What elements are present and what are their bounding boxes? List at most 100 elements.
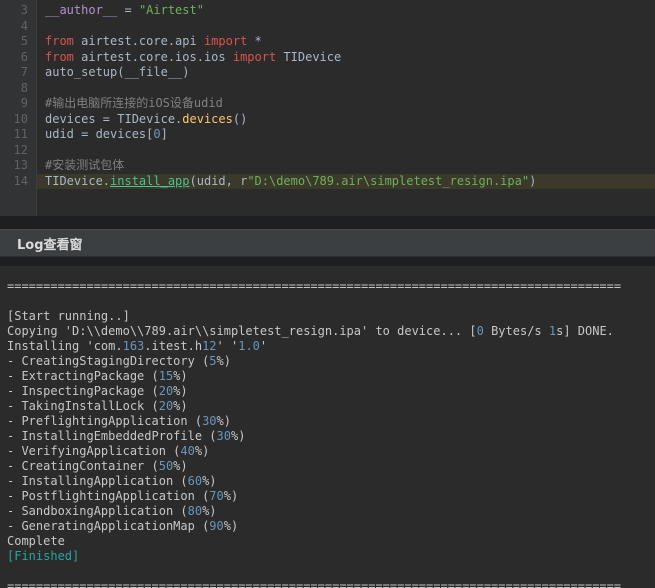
log-token: 5 xyxy=(209,354,217,368)
log-token: - CreatingContainer ( xyxy=(7,459,159,473)
line-number: 11 xyxy=(13,127,28,141)
panel-separator-top xyxy=(0,216,655,229)
code-token: airtest.core.api xyxy=(81,34,204,48)
code-token: import xyxy=(203,34,255,48)
code-line[interactable]: 8 xyxy=(0,81,655,97)
log-token: 30 xyxy=(202,414,217,428)
log-token: - CreatingStagingDirectory ( xyxy=(7,354,210,368)
log-token: 60 xyxy=(187,474,203,488)
line-number: 6 xyxy=(20,49,28,64)
log-token: 12 xyxy=(202,339,217,353)
log-token: - PreflightingApplication ( xyxy=(7,414,203,428)
code-editor[interactable]: 3 __author__ = "Airtest" 4 5 from airtest.co… xyxy=(0,0,655,216)
log-line: - PostflightingApplication (70%) xyxy=(7,489,655,504)
log-line: [Start running..] xyxy=(7,309,655,324)
code-token: airtest.core.ios.ios xyxy=(81,49,233,64)
log-token: %) xyxy=(216,414,231,428)
code-line[interactable]: 5 from airtest.core.api import * xyxy=(0,34,655,50)
line-number: 9 xyxy=(20,96,28,110)
code-text: __author__ = "Airtest" xyxy=(37,3,655,19)
code-token: devices = TIDevice. xyxy=(45,111,183,126)
log-token: Bytes/s xyxy=(483,324,549,338)
code-token: from xyxy=(45,49,82,64)
log-token: Copying 'D:\\demo\\789.air\\simpletest_r… xyxy=(7,324,477,338)
code-token: () xyxy=(232,111,248,126)
code-line[interactable]: 7 auto_setup(__file__) xyxy=(0,65,655,81)
line-number: 3 xyxy=(20,3,28,17)
log-output[interactable]: ========================================… xyxy=(0,266,655,588)
log-line: Installing 'com.163.itest.h12' '1.0' xyxy=(7,339,655,354)
log-line: - InstallingEmbeddedProfile (30%) xyxy=(7,429,655,444)
log-line: - TakingInstallLock (20%) xyxy=(7,399,655,414)
log-token: - InspectingPackage ( xyxy=(7,384,159,398)
code-text: devices = TIDevice.devices() xyxy=(37,112,655,128)
log-token: 20 xyxy=(158,399,174,413)
code-lines: 3 __author__ = "Airtest" 4 5 from airtest.co… xyxy=(0,3,655,189)
log-token: Installing 'com. xyxy=(7,339,123,353)
line-number: 7 xyxy=(20,65,28,79)
log-token: %) xyxy=(202,504,217,518)
code-token: TIDevice. xyxy=(45,173,111,188)
code-line[interactable]: 3 __author__ = "Airtest" xyxy=(0,3,655,19)
code-token: #安装测试包体 xyxy=(45,158,125,172)
log-line: - SandboxingApplication (80%) xyxy=(7,504,655,519)
code-line[interactable]: 13 #安装测试包体 xyxy=(0,158,655,174)
log-line: - GeneratingApplicationMap (90%) xyxy=(7,519,655,534)
code-token: __author__ xyxy=(45,3,118,17)
log-token: - SandboxingApplication ( xyxy=(7,504,188,518)
code-text: from airtest.core.api import * xyxy=(37,34,655,50)
code-text: from airtest.core.ios.ios import TIDevic… xyxy=(37,50,655,66)
log-line: - ExtractingPackage (15%) xyxy=(7,369,655,384)
log-token: - InstallingApplication ( xyxy=(7,474,188,488)
code-token: = xyxy=(117,3,139,17)
log-line: - CreatingContainer (50%) xyxy=(7,459,655,474)
code-text: #输出电脑所连接的iOS设备udid xyxy=(37,96,655,112)
log-token: %) xyxy=(223,519,239,533)
log-token: .itest.h xyxy=(144,339,203,353)
log-token: - PostflightingApplication ( xyxy=(7,489,210,503)
panel-separator-bottom xyxy=(0,257,655,266)
log-panel-title: Log查看窗 xyxy=(17,237,83,253)
code-token: "Airtest" xyxy=(138,3,204,17)
code-token: install_app xyxy=(110,173,190,188)
log-token: [Start running..] xyxy=(7,309,130,323)
log-token: [Finished] xyxy=(7,549,80,563)
log-token: - TakingInstallLock ( xyxy=(7,399,159,413)
log-token: %) xyxy=(194,444,210,458)
log-token: - GeneratingApplicationMap ( xyxy=(7,519,210,533)
code-token: import xyxy=(232,49,284,64)
code-token: "D:\demo\789.air\simpletest_resign.ipa" xyxy=(247,173,530,188)
log-token: %) xyxy=(173,384,188,398)
log-token: %) xyxy=(173,399,188,413)
log-token: 80 xyxy=(187,504,203,518)
log-line: Copying 'D:\\demo\\789.air\\simpletest_r… xyxy=(7,324,655,339)
log-line: [Finished] xyxy=(7,549,655,564)
log-token: ========================================… xyxy=(7,279,622,293)
code-line[interactable]: 10 devices = TIDevice.devices() xyxy=(0,112,655,128)
code-line[interactable]: 12 xyxy=(0,143,655,159)
code-line[interactable]: 4 xyxy=(0,19,655,35)
code-line[interactable]: 6 from airtest.core.ios.ios import TIDevi… xyxy=(0,50,655,66)
code-line-current[interactable]: 14 TIDevice.install_app(udid, r"D:\demo\7… xyxy=(0,173,655,189)
log-panel-header: Log查看窗 xyxy=(0,229,655,257)
code-text: #安装测试包体 xyxy=(37,158,655,174)
code-token: * xyxy=(254,34,262,48)
log-token: %) xyxy=(202,474,217,488)
log-token: 30 xyxy=(216,429,231,443)
line-number: 12 xyxy=(13,142,28,157)
line-number: 13 xyxy=(13,158,28,172)
code-token: ) xyxy=(529,173,537,188)
log-token: Complete xyxy=(7,534,65,548)
log-token: 1.0 xyxy=(238,339,260,353)
code-line[interactable]: 11 udid = devices[0] xyxy=(0,127,655,143)
code-text: TIDevice.install_app(udid, r"D:\demo\789… xyxy=(37,173,655,189)
code-token: devices xyxy=(182,111,233,126)
code-line[interactable]: 9 #输出电脑所连接的iOS设备udid xyxy=(0,96,655,112)
log-line: Complete xyxy=(7,534,655,549)
log-token: 0 xyxy=(476,324,484,338)
log-token: 70 xyxy=(209,489,224,503)
code-token: TIDevice xyxy=(283,49,342,64)
